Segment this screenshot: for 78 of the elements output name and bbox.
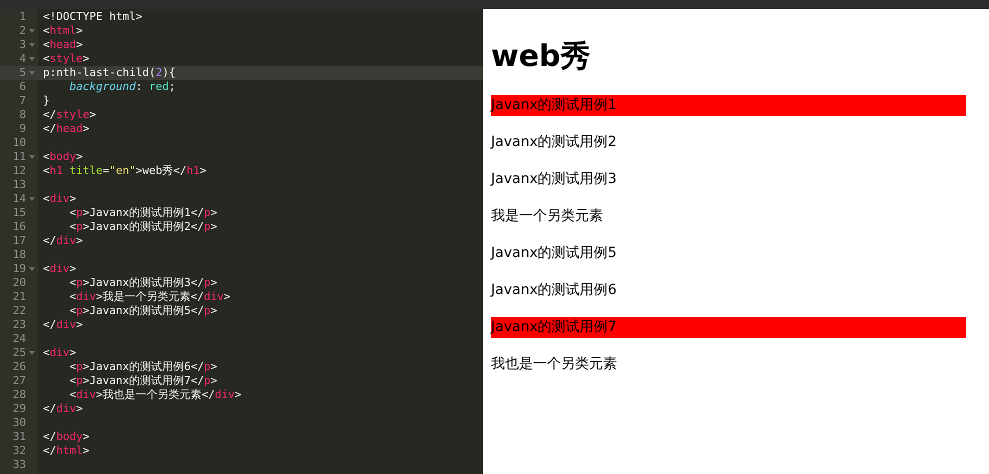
line-number: 18 — [12, 248, 26, 262]
code-line: <p>Javanx的测试用例6</p> — [68, 360, 218, 374]
code-line: </html> — [43, 444, 90, 458]
fold-arrow-icon[interactable] — [29, 29, 35, 33]
fold-arrow-icon[interactable] — [29, 155, 35, 159]
line-number: 7 — [18, 94, 26, 108]
page-heading: web秀 — [491, 38, 592, 76]
line-number: 6 — [18, 80, 26, 94]
code-line: <div>我也是一个另类元素</div> — [68, 388, 242, 402]
fold-arrow-icon[interactable] — [29, 43, 35, 47]
code-line: </div> — [43, 318, 83, 332]
line-number: 28 — [12, 388, 26, 402]
paragraph: 我也是一个另类元素 — [491, 355, 618, 374]
code-line: <h1 title="en">web秀</h1> — [43, 164, 206, 178]
line-number: 23 — [12, 318, 26, 332]
code-line: <html> — [43, 24, 83, 38]
fold-arrow-icon[interactable] — [29, 71, 35, 75]
line-number: 33 — [12, 458, 26, 472]
code-line: <p>Javanx的测试用例2</p> — [68, 220, 218, 234]
code-line: <div> — [43, 346, 76, 360]
paragraph: Javanx的测试用例5 — [491, 244, 618, 263]
code-line: </style> — [43, 108, 96, 122]
code-line: <div> — [43, 262, 76, 276]
line-number: 2 — [18, 24, 26, 38]
code-line: <body> — [43, 150, 83, 164]
code-line: background: red; — [68, 80, 176, 94]
line-number: 17 — [12, 234, 26, 248]
code-line: <p>Javanx的测试用例5</p> — [68, 304, 218, 318]
line-number: 21 — [12, 290, 26, 304]
line-number: 24 — [12, 332, 26, 346]
line-number: 3 — [18, 38, 26, 52]
paragraph: Javanx的测试用例7 — [491, 317, 966, 338]
code-line: <p>Javanx的测试用例3</p> — [68, 276, 218, 290]
paragraph: Javanx的测试用例2 — [491, 133, 618, 152]
code-line: <div> — [43, 192, 76, 206]
line-number: 4 — [18, 52, 26, 66]
code-line: </head> — [43, 122, 90, 136]
line-number: 32 — [12, 444, 26, 458]
code-line: <p>Javanx的测试用例7</p> — [68, 374, 218, 388]
line-number: 19 — [12, 262, 26, 276]
fold-arrow-icon[interactable] — [29, 351, 35, 355]
code-line: </body> — [43, 430, 90, 444]
paragraph: Javanx的测试用例1 — [491, 95, 966, 116]
code-editor[interactable] — [0, 0, 483, 474]
code-line: } — [43, 94, 50, 108]
line-number: 30 — [12, 416, 26, 430]
code-line: </div> — [43, 234, 83, 248]
line-number: 13 — [12, 178, 26, 192]
code-line: p:nth-last-child(2){ — [43, 66, 176, 80]
line-number: 31 — [12, 430, 26, 444]
code-line: <style> — [43, 52, 90, 66]
line-number: 15 — [12, 206, 26, 220]
line-number: 5 — [18, 66, 26, 80]
fold-arrow-icon[interactable] — [29, 267, 35, 271]
line-number: 20 — [12, 276, 26, 290]
line-number: 9 — [18, 122, 26, 136]
code-line: <p>Javanx的测试用例1</p> — [68, 206, 218, 220]
line-number: 1 — [18, 10, 26, 24]
code-line: <head> — [43, 38, 83, 52]
code-line: </div> — [43, 402, 83, 416]
code-line: <div>我是一个另类元素</div> — [68, 290, 230, 304]
line-number: 14 — [12, 192, 26, 206]
line-number: 16 — [12, 220, 26, 234]
paragraph: 我是一个另类元素 — [491, 207, 604, 226]
line-number: 11 — [12, 150, 26, 164]
line-number: 27 — [12, 374, 26, 388]
line-number: 26 — [12, 360, 26, 374]
line-number: 12 — [12, 164, 26, 178]
line-number: 29 — [12, 402, 26, 416]
paragraph: Javanx的测试用例3 — [491, 170, 618, 189]
fold-arrow-icon[interactable] — [29, 197, 35, 201]
line-number: 10 — [12, 136, 26, 150]
paragraph: Javanx的测试用例6 — [491, 281, 618, 300]
line-number: 25 — [12, 346, 26, 360]
fold-arrow-icon[interactable] — [29, 57, 35, 61]
code-line: <!DOCTYPE html> — [43, 10, 142, 24]
line-number: 8 — [18, 108, 26, 122]
line-number: 22 — [12, 304, 26, 318]
